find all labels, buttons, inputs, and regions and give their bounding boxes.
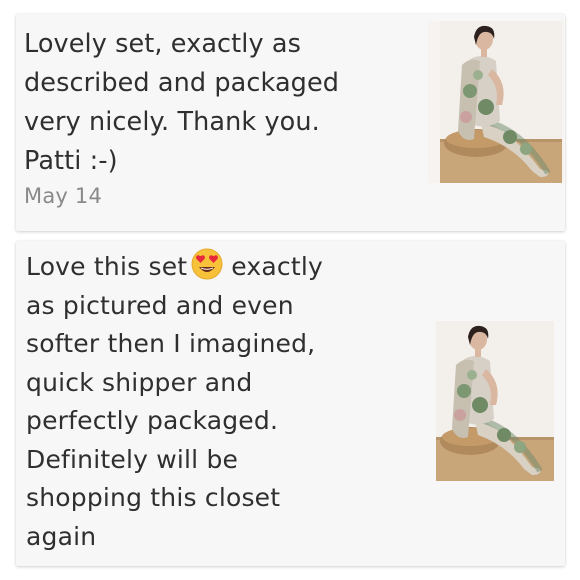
heart-eyes-emoji-icon bbox=[191, 248, 223, 280]
model-lounge-set-photo-icon bbox=[436, 321, 554, 481]
review-photo[interactable] bbox=[436, 321, 554, 481]
review-text-start: Love this set bbox=[26, 252, 188, 281]
review-text-rest: exactly as pictured and even softer then… bbox=[26, 252, 324, 551]
review-date: May 14 bbox=[24, 184, 103, 208]
review-photo[interactable] bbox=[428, 21, 564, 183]
review-card: Love this set exactly as pictured and ev… bbox=[16, 241, 565, 566]
model-lounge-set-photo-icon bbox=[440, 21, 562, 183]
review-text: Love this set exactly as pictured and ev… bbox=[26, 248, 406, 556]
review-card: Lovely set, exactly as described and pac… bbox=[16, 14, 565, 231]
review-text: Lovely set, exactly as described and pac… bbox=[24, 29, 340, 176]
